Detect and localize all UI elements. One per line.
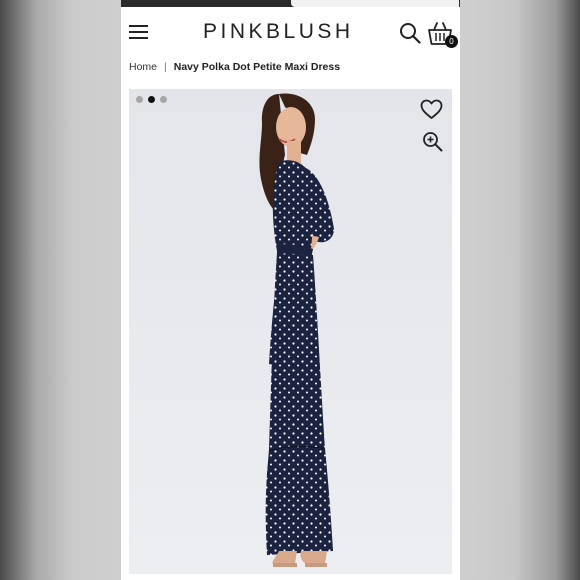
site-header: PINKBLUSH 0	[121, 7, 460, 57]
search-icon[interactable]	[399, 22, 421, 44]
hamburger-menu-icon[interactable]	[129, 25, 148, 40]
product-photo	[129, 89, 452, 574]
product-image-gallery[interactable]	[129, 89, 452, 574]
gallery-dot-active[interactable]	[148, 96, 155, 103]
site-logo[interactable]: PINKBLUSH	[203, 20, 379, 44]
breadcrumb: Home | Navy Polka Dot Petite Maxi Dress	[129, 61, 340, 77]
breadcrumb-separator: |	[164, 61, 167, 73]
zoom-in-icon[interactable]	[422, 131, 443, 152]
address-bar-edge	[291, 0, 459, 7]
status-strip	[121, 0, 460, 7]
background-right	[460, 0, 580, 580]
gallery-dot[interactable]	[160, 96, 167, 103]
breadcrumb-home-link[interactable]: Home	[129, 61, 157, 73]
heart-icon[interactable]	[420, 99, 443, 120]
gallery-dot[interactable]	[136, 96, 143, 103]
breadcrumb-current: Navy Polka Dot Petite Maxi Dress	[173, 61, 341, 73]
phone-screen: PINKBLUSH 0 Home | Navy Polka Dot Petite M…	[121, 0, 460, 580]
cart-count-badge: 0	[445, 35, 458, 48]
background-left	[0, 0, 121, 580]
